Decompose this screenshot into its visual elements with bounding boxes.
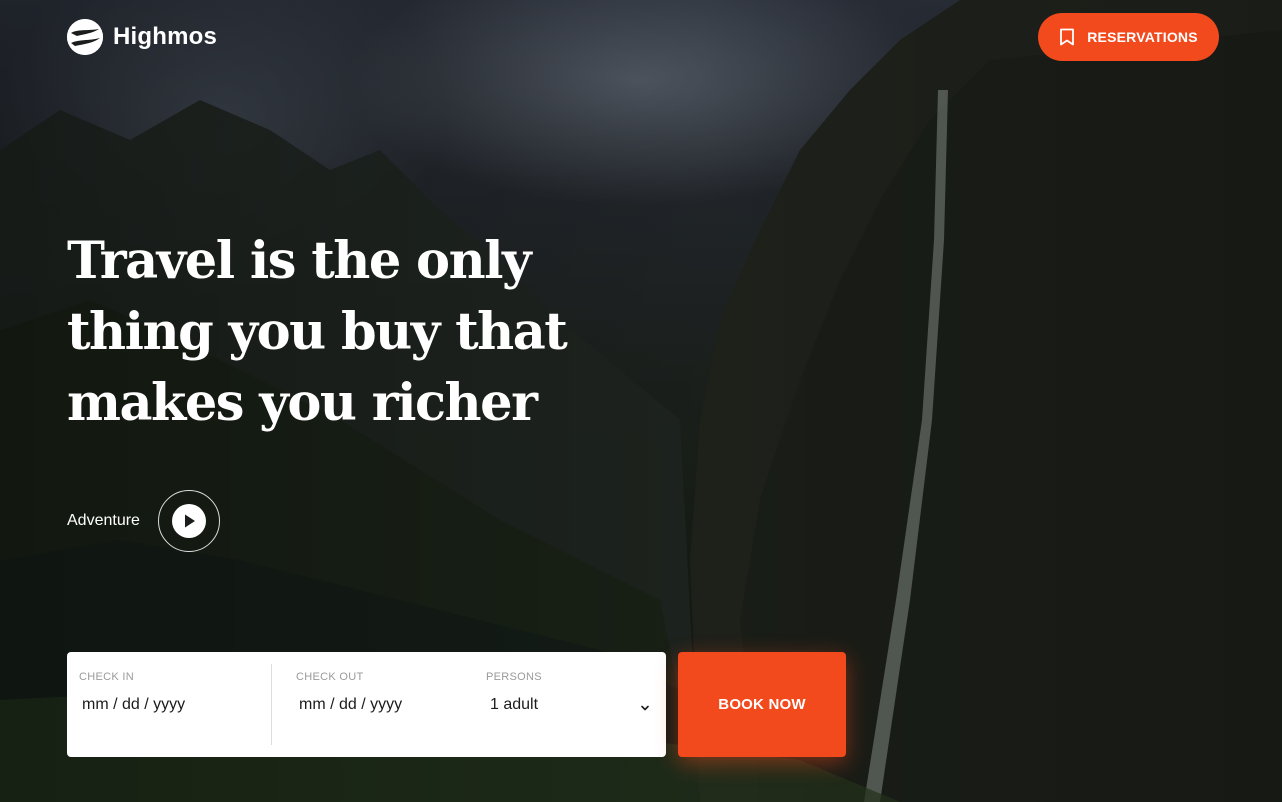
persons-select[interactable]: 1 adult xyxy=(490,696,538,714)
persons-label: PERSONS xyxy=(486,671,542,683)
chevron-down-icon[interactable] xyxy=(640,703,650,713)
plane-globe-icon xyxy=(67,19,103,55)
check-out-field: CHECK OUT mm / dd / yyyy xyxy=(272,652,472,757)
check-in-field: CHECK IN mm / dd / yyyy xyxy=(67,652,271,757)
hero-headline: Travel is the only thing you buy that ma… xyxy=(67,231,568,433)
book-now-button[interactable]: BOOK NOW xyxy=(678,652,846,757)
hero-section: Highmos RESERVATIONS Travel is the only … xyxy=(0,0,1282,802)
reservations-label: RESERVATIONS xyxy=(1087,29,1198,45)
play-button[interactable] xyxy=(157,490,220,552)
play-icon xyxy=(171,504,206,538)
booking-form: CHECK IN mm / dd / yyyy CHECK OUT mm / d… xyxy=(67,652,666,757)
persons-field: PERSONS 1 adult xyxy=(472,652,666,757)
bookmark-icon xyxy=(1060,28,1075,46)
check-out-input[interactable]: mm / dd / yyyy xyxy=(299,696,402,714)
adventure-label: Adventure xyxy=(67,512,140,529)
reservations-button[interactable]: RESERVATIONS xyxy=(1038,13,1219,61)
brand-name: Highmos xyxy=(113,23,218,50)
check-out-label: CHECK OUT xyxy=(296,671,364,683)
brand-logo[interactable]: Highmos xyxy=(67,19,217,55)
adventure-video-link: Adventure xyxy=(67,490,220,552)
check-in-input[interactable]: mm / dd / yyyy xyxy=(82,696,185,714)
check-in-label: CHECK IN xyxy=(79,671,134,683)
